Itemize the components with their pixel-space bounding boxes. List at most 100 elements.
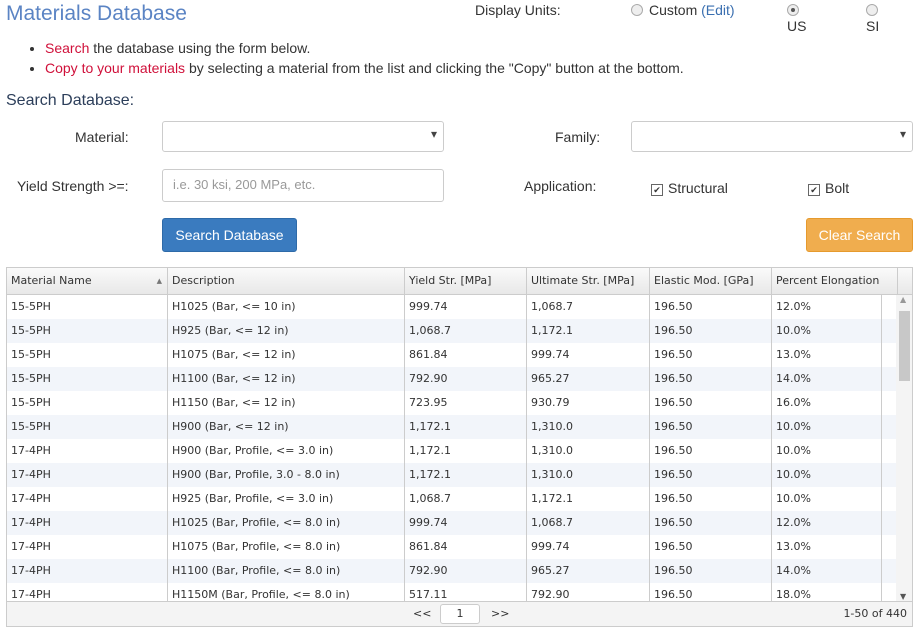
table-cell: 17-4PH [7, 439, 168, 463]
column-header[interactable]: Elastic Mod. [GPa] [650, 268, 772, 294]
table-cell: 196.50 [650, 463, 772, 487]
table-cell: H1025 (Bar, Profile, <= 8.0 in) [168, 511, 405, 535]
table-row[interactable]: 17-4PH H1100 (Bar, Profile, <= 8.0 in) 792… [7, 559, 912, 583]
table-cell: 15-5PH [7, 415, 168, 439]
table-row[interactable]: 15-5PH H1150 (Bar, <= 12 in) 723.95 930.79 1… [7, 391, 912, 415]
table-row[interactable]: 15-5PH H925 (Bar, <= 12 in) 1,068.7 1,172.1… [7, 319, 912, 343]
instructions: Search the database using the form below… [27, 38, 684, 78]
table-cell: 12.0% [772, 295, 882, 319]
table-cell: 1,310.0 [527, 415, 650, 439]
scrollbar-thumb[interactable] [899, 311, 910, 381]
table-cell: H925 (Bar, <= 12 in) [168, 319, 405, 343]
table-cell: 10.0% [772, 415, 882, 439]
table-cell: 13.0% [772, 535, 882, 559]
radio-icon [787, 4, 799, 16]
structural-checkbox[interactable]: ✔ Structural [651, 180, 728, 196]
table-cell: 1,068.7 [405, 487, 527, 511]
table-row[interactable]: 17-4PH H1150M (Bar, Profile, <= 8.0 in) 51… [7, 583, 912, 603]
table-cell: 196.50 [650, 415, 772, 439]
table-cell: 10.0% [772, 319, 882, 343]
table-cell: 15-5PH [7, 367, 168, 391]
table-cell: 1,172.1 [527, 487, 650, 511]
table-cell: 1,068.7 [527, 295, 650, 319]
table-row[interactable]: 17-4PH H1075 (Bar, Profile, <= 8.0 in) 861… [7, 535, 912, 559]
materials-grid: Material Name ▲ Description Yield Str. [MPa… [6, 267, 913, 627]
table-cell: 1,068.7 [527, 511, 650, 535]
table-cell: 15-5PH [7, 319, 168, 343]
table-cell: 196.50 [650, 343, 772, 367]
table-cell: 1,068.7 [405, 319, 527, 343]
table-row[interactable]: 17-4PH H925 (Bar, Profile, <= 3.0 in) 1,06… [7, 487, 912, 511]
scroll-down-icon[interactable]: ▼ [900, 592, 906, 601]
scroll-up-icon[interactable]: ▲ [900, 295, 906, 304]
table-cell: 999.74 [527, 535, 650, 559]
search-database-button[interactable]: Search Database [162, 218, 297, 252]
table-cell: H1100 (Bar, Profile, <= 8.0 in) [168, 559, 405, 583]
prev-page-button[interactable]: << [413, 602, 431, 626]
table-cell: 965.27 [527, 367, 650, 391]
material-label: Material: [75, 129, 129, 145]
table-cell: H925 (Bar, Profile, <= 3.0 in) [168, 487, 405, 511]
column-header[interactable]: Percent Elongation [772, 268, 898, 294]
table-cell: H1100 (Bar, <= 12 in) [168, 367, 405, 391]
table-cell: 17-4PH [7, 583, 168, 603]
table-cell: 196.50 [650, 439, 772, 463]
table-cell: 10.0% [772, 463, 882, 487]
pager: << 1 >> 1-50 of 440 [7, 601, 912, 626]
display-units-label: Display Units: [475, 2, 561, 18]
table-row[interactable]: 17-4PH H900 (Bar, Profile, 3.0 - 8.0 in) 1… [7, 463, 912, 487]
table-cell: 15-5PH [7, 343, 168, 367]
application-label: Application: [524, 178, 597, 194]
table-cell: 861.84 [405, 343, 527, 367]
table-cell: 14.0% [772, 559, 882, 583]
table-cell: 15-5PH [7, 295, 168, 319]
radio-si[interactable]: SI [866, 2, 884, 34]
table-cell: 10.0% [772, 439, 882, 463]
table-cell: 1,172.1 [405, 439, 527, 463]
table-cell: 17-4PH [7, 535, 168, 559]
table-row[interactable]: 15-5PH H1100 (Bar, <= 12 in) 792.90 965.27 1… [7, 367, 912, 391]
table-cell: 196.50 [650, 535, 772, 559]
radio-custom[interactable]: Custom (Edit) [631, 2, 735, 18]
table-row[interactable]: 15-5PH H900 (Bar, <= 12 in) 1,172.1 1,310.0… [7, 415, 912, 439]
table-cell: 196.50 [650, 487, 772, 511]
table-cell: 196.50 [650, 295, 772, 319]
yield-strength-input[interactable]: i.e. 30 ksi, 200 MPa, etc. [162, 169, 444, 202]
page-range: 1-50 of 440 [843, 607, 907, 620]
table-cell: 1,310.0 [527, 463, 650, 487]
family-select[interactable] [631, 121, 913, 152]
checkbox-icon: ✔ [651, 184, 663, 196]
table-cell: H1150 (Bar, <= 12 in) [168, 391, 405, 415]
table-row[interactable]: 15-5PH H1025 (Bar, <= 10 in) 999.74 1,068.7… [7, 295, 912, 319]
table-cell: 16.0% [772, 391, 882, 415]
grid-header: Material Name ▲ Description Yield Str. [MPa… [7, 268, 912, 295]
instruction-item: Copy to your materials by selecting a ma… [45, 58, 684, 78]
table-cell: H1075 (Bar, Profile, <= 8.0 in) [168, 535, 405, 559]
column-header[interactable]: Description [168, 268, 405, 294]
column-header[interactable]: Material Name ▲ [7, 268, 168, 294]
column-header[interactable]: Ultimate Str. [MPa] [527, 268, 650, 294]
table-cell: H1025 (Bar, <= 10 in) [168, 295, 405, 319]
table-row[interactable]: 17-4PH H900 (Bar, Profile, <= 3.0 in) 1,17… [7, 439, 912, 463]
page-title: Materials Database [6, 2, 187, 25]
page-input[interactable]: 1 [440, 604, 480, 624]
column-header[interactable]: Yield Str. [MPa] [405, 268, 527, 294]
table-row[interactable]: 15-5PH H1075 (Bar, <= 12 in) 861.84 999.74 1… [7, 343, 912, 367]
table-cell: 792.90 [405, 367, 527, 391]
edit-link[interactable]: (Edit) [701, 2, 734, 18]
table-cell: H1150M (Bar, Profile, <= 8.0 in) [168, 583, 405, 603]
sort-asc-icon: ▲ [156, 277, 162, 285]
table-cell: 792.90 [527, 583, 650, 603]
yield-label: Yield Strength >=: [17, 178, 129, 194]
next-page-button[interactable]: >> [491, 602, 509, 626]
scrollbar[interactable]: ▲ ▼ [896, 295, 912, 603]
table-cell: H900 (Bar, Profile, 3.0 - 8.0 in) [168, 463, 405, 487]
clear-search-button[interactable]: Clear Search [806, 218, 913, 252]
table-row[interactable]: 17-4PH H1025 (Bar, Profile, <= 8.0 in) 999… [7, 511, 912, 535]
radio-us[interactable]: US [787, 2, 806, 34]
bolt-checkbox[interactable]: ✔ Bolt [808, 180, 849, 196]
table-cell: 196.50 [650, 559, 772, 583]
material-select[interactable] [162, 121, 444, 152]
table-cell: 14.0% [772, 367, 882, 391]
table-cell: 861.84 [405, 535, 527, 559]
